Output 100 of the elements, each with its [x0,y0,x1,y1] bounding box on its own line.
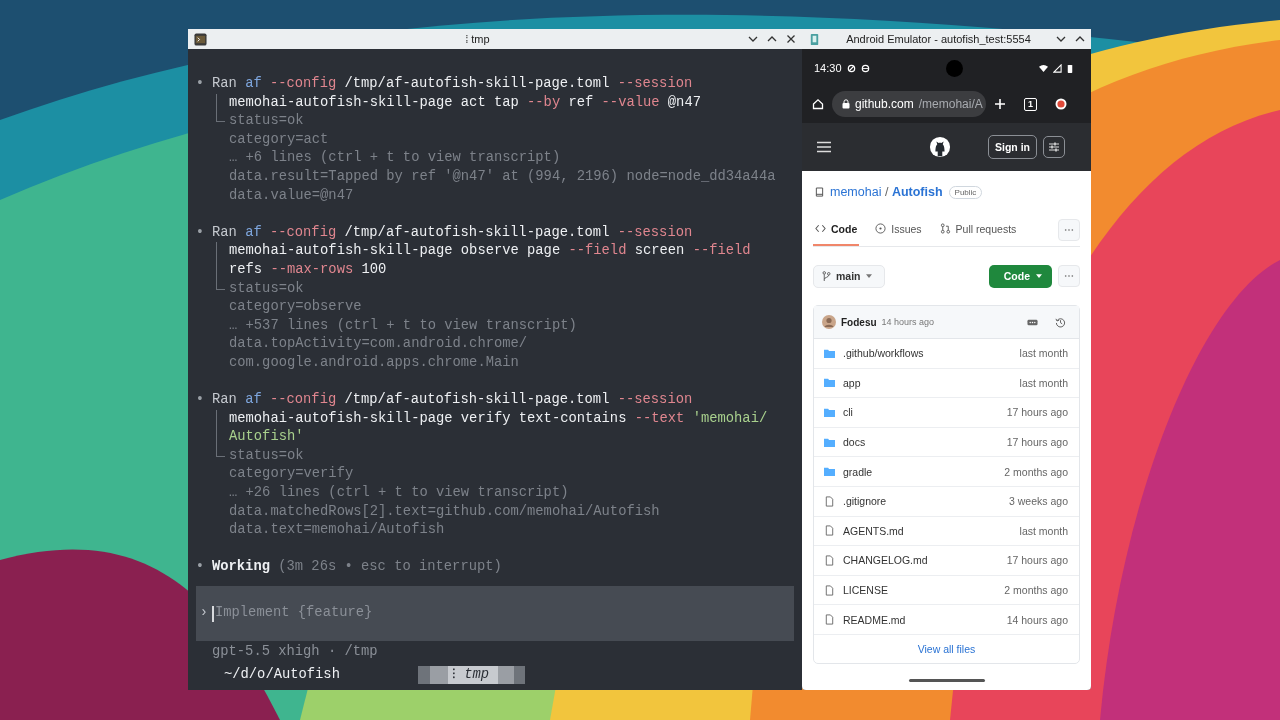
file-icon [824,614,835,626]
working-status: Working (3m 26s • esc to interrupt) [212,558,502,577]
model-status: gpt-5.5 xhigh · /tmp [211,643,379,662]
command-line: Ran af --config /tmp/af-autofish-skill-page.toml --session [212,75,693,93]
current-path: ~/d/o/Autofish [223,665,341,684]
view-all-files-link[interactable]: View all files [917,642,976,655]
signal-icon [1053,63,1062,73]
gesture-bar[interactable] [908,679,985,682]
command-line: Ran af --config /tmp/af-autofish-skill-page.toml --session [212,223,693,242]
file-time: last month [1019,347,1068,360]
file-icon [824,495,835,507]
code-icon [815,223,826,234]
clock: 14:30 [814,62,842,74]
repo-tab[interactable]: Pull requests [937,213,1019,246]
session-tab[interactable]: ⁝ tmp [418,665,526,685]
branch-icon [822,270,831,282]
repository-title: memohai / Autofish [830,185,943,199]
file-name[interactable]: cli [843,406,853,419]
folder-icon [824,377,835,389]
ellipsis-icon [1064,227,1074,232]
file-name[interactable]: gradle [843,465,873,478]
maximize-icon[interactable] [767,34,777,44]
file-name[interactable]: README.md [843,613,906,626]
file-time: 3 weeks ago [1009,495,1068,508]
commit-author[interactable]: Fodesu [841,316,877,328]
file-name[interactable]: LICENSE [843,584,888,597]
folder-icon [824,466,835,478]
bullet: • [194,223,206,242]
minimize-icon[interactable] [748,34,758,44]
command-line: refs --max-rows 100 [229,260,387,279]
code-button[interactable]: Code [988,264,1052,288]
output-line: category=verify [229,465,354,484]
emulator-icon [808,32,821,46]
file-icon [824,525,835,537]
output-line: status=ok [229,112,304,131]
output-line: data.value=@n47 [229,186,354,205]
terminal-icon [194,32,207,46]
battery-icon [1067,63,1073,73]
file-icon [824,554,835,566]
output-line: … +6 lines (ctrl + t to view transcript) [229,149,561,168]
new-tab-icon[interactable] [994,98,1006,110]
file-time: 17 hours ago [1006,436,1068,449]
file-time: 14 hours ago [1006,613,1068,626]
output-line: … +537 lines (ctrl + t to view transcript) [229,316,577,335]
command-line: memohai-autofish-skill-page verify text-contains --text 'memohai/ [229,409,768,428]
file-name[interactable]: CHANGELOG.md [843,554,928,567]
command-line: Autofish' [229,428,304,447]
file-icon [824,584,835,596]
window-title: ⁞ tmp [464,33,491,45]
file-time: 2 months ago [1004,465,1068,478]
close-icon[interactable] [786,34,796,44]
repo-tab[interactable]: Code [813,213,860,246]
pull-request-icon [939,223,951,234]
folder-icon [824,347,835,359]
command-line: Ran af --config /tmp/af-autofish-skill-page.toml --session [212,391,693,410]
output-line: data.result=Tapped by ref '@n47' at (994, 2196) node=node_dd34a44a [229,167,776,186]
command-line: memohai-autofish-skill-page observe page --field screen --field [229,242,751,261]
menu-icon[interactable] [817,141,831,153]
profile-icon[interactable] [1055,98,1067,110]
sign-in-button[interactable]: Sign in [988,135,1037,159]
ellipsis-icon [1064,274,1074,278]
sliders-icon [1048,141,1060,153]
avatar-icon [822,315,836,329]
history-icon[interactable] [1055,316,1066,328]
file-name[interactable]: .gitignore [843,495,887,508]
settings-button[interactable] [1043,136,1065,158]
minimize-icon[interactable] [1056,34,1066,44]
output-line: category=observe [229,298,362,317]
camera-icon [945,59,963,77]
output-line: data.topActivity=com.android.chrome/ [229,335,528,354]
bullet: • [194,75,206,93]
output-line: status=ok [229,446,304,465]
file-time: last month [1019,524,1068,537]
tab-switcher-button[interactable]: 1 [1024,97,1037,111]
output-line: data.matchedRows[2].text=github.com/memohai/Autofish [229,502,660,521]
bullet: • [194,391,206,410]
issue-icon [875,223,887,234]
file-name[interactable]: app [843,376,861,389]
folder-icon [824,436,835,448]
file-name[interactable]: .github/workflows [843,347,924,360]
caret-icon [1036,274,1042,278]
file-time: 2 months ago [1004,584,1068,597]
file-name[interactable]: AGENTS.md [843,524,904,537]
window-title: Android Emulator - autofish_test:5554 [845,33,1032,45]
command-line: memohai-autofish-skill-page act tap --by ref --value @n47 [229,93,701,112]
home-icon[interactable] [812,98,824,110]
branch-selector[interactable]: main [813,264,885,288]
file-time: last month [1019,376,1068,389]
folder-icon [824,407,835,418]
address-bar[interactable]: github.com /memohai/A [832,91,986,117]
maximize-icon[interactable] [1075,34,1085,44]
output-line: category=act [229,130,329,149]
repo-tab[interactable]: Issues [873,213,924,246]
file-time: 17 hours ago [1006,554,1068,567]
wifi-icon [1039,63,1048,73]
caret-icon [865,274,872,278]
file-name[interactable]: docs [843,436,866,449]
output-line: com.google.android.apps.chrome.Main [229,353,519,372]
prompt-input[interactable]: › Implement {feature} [196,586,794,642]
output-line: data.text=memohai/Autofish [229,521,445,540]
